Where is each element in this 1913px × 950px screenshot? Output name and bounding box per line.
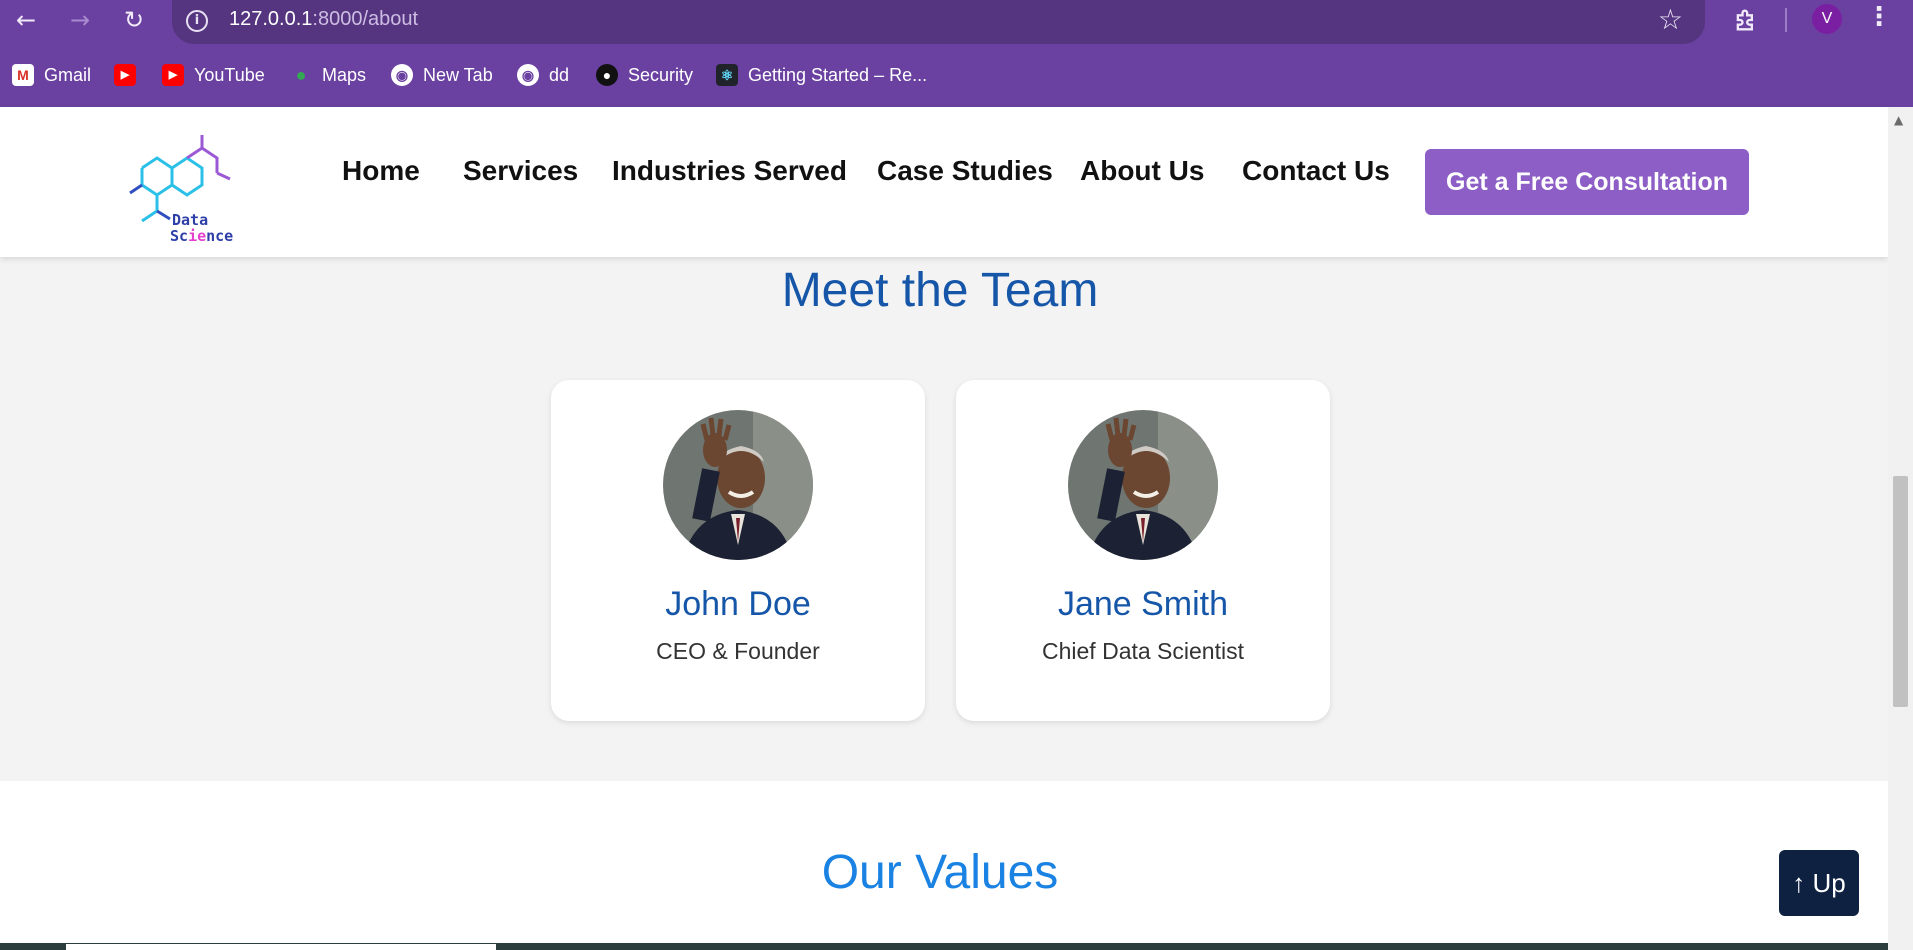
nav-case-studies[interactable]: Case Studies bbox=[877, 155, 1053, 187]
scroll-to-top-button[interactable]: ↑ Up bbox=[1779, 850, 1859, 916]
nav-home[interactable]: Home bbox=[342, 155, 420, 187]
team-member-photo bbox=[1068, 410, 1218, 560]
page-scrollbar[interactable]: ▲ bbox=[1888, 107, 1913, 950]
data-science-logo[interactable]: Data Science bbox=[112, 113, 256, 253]
site-info-icon[interactable]: i bbox=[186, 10, 208, 32]
youtube-icon: ▶ bbox=[162, 64, 184, 86]
extensions-icon[interactable] bbox=[1732, 6, 1760, 34]
team-card-jane-smith: Jane Smith Chief Data Scientist bbox=[956, 380, 1330, 721]
bottom-edge-segment bbox=[66, 944, 496, 950]
scrollbar-thumb[interactable] bbox=[1893, 476, 1908, 707]
forward-arrow-icon[interactable]: → bbox=[60, 4, 100, 36]
gmail-icon: M bbox=[12, 64, 34, 86]
maps-icon: ● bbox=[295, 65, 307, 85]
bookmark-dd[interactable]: ◉ dd bbox=[517, 58, 569, 92]
back-arrow-icon[interactable]: ← bbox=[6, 4, 46, 36]
values-section: Our Values bbox=[0, 781, 1888, 950]
bookmark-gmail[interactable]: M Gmail bbox=[12, 58, 91, 92]
bookmark-youtube-icon-only[interactable]: ▶ bbox=[114, 58, 146, 92]
menu-kebab-icon[interactable]: ⋮ bbox=[1866, 2, 1892, 36]
scroll-up-arrow-icon[interactable]: ▲ bbox=[1894, 113, 1903, 127]
profile-avatar[interactable]: V bbox=[1812, 4, 1842, 34]
team-card-john-doe: John Doe CEO & Founder bbox=[551, 380, 925, 721]
bookmark-maps[interactable]: ● Maps bbox=[290, 58, 366, 92]
free-consultation-button[interactable]: Get a Free Consultation bbox=[1425, 149, 1749, 215]
team-member-photo bbox=[663, 410, 813, 560]
bookmark-youtube[interactable]: ▶ YouTube bbox=[162, 58, 265, 92]
url-text[interactable]: 127.0.0.1:8000/about bbox=[229, 8, 418, 31]
bookmark-star-icon[interactable]: ☆ bbox=[1658, 3, 1683, 36]
site-header: Data Science Home Services Industries Se… bbox=[0, 107, 1888, 257]
team-section-title: Meet the Team bbox=[781, 264, 1099, 317]
nav-about-us[interactable]: About Us bbox=[1080, 155, 1204, 187]
team-member-name: Jane Smith bbox=[1057, 585, 1229, 623]
globe-icon: ◉ bbox=[391, 64, 413, 86]
svg-text:Science: Science bbox=[170, 227, 233, 245]
browser-toolbar: ← → ↻ i 127.0.0.1:8000/about ☆ V ⋮ M Gma… bbox=[0, 0, 1913, 107]
nav-services[interactable]: Services bbox=[463, 155, 578, 187]
nav-contact-us[interactable]: Contact Us bbox=[1242, 155, 1390, 187]
bookmark-new-tab[interactable]: ◉ New Tab bbox=[391, 58, 493, 92]
reload-icon[interactable]: ↻ bbox=[114, 4, 154, 36]
toolbar-divider bbox=[1785, 8, 1787, 32]
bookmark-getting-started[interactable]: ⚛ Getting Started – Re... bbox=[716, 58, 927, 92]
github-icon: ● bbox=[596, 64, 618, 86]
globe-icon: ◉ bbox=[517, 64, 539, 86]
address-bar[interactable]: i 127.0.0.1:8000/about ☆ bbox=[172, 0, 1705, 44]
react-icon: ⚛ bbox=[716, 64, 738, 86]
youtube-icon: ▶ bbox=[114, 64, 136, 86]
nav-industries-served[interactable]: Industries Served bbox=[612, 155, 847, 187]
team-member-name: John Doe bbox=[665, 585, 811, 623]
values-section-title: Our Values bbox=[821, 846, 1059, 899]
bookmark-security[interactable]: ● Security bbox=[596, 58, 693, 92]
team-member-role: CEO & Founder bbox=[656, 638, 820, 664]
bookmarks-bar: M Gmail ▶ ▶ YouTube ● Maps ◉ New Tab ◉ d… bbox=[0, 58, 1913, 92]
team-member-role: Chief Data Scientist bbox=[1042, 638, 1244, 664]
bottom-edge bbox=[0, 943, 1888, 950]
